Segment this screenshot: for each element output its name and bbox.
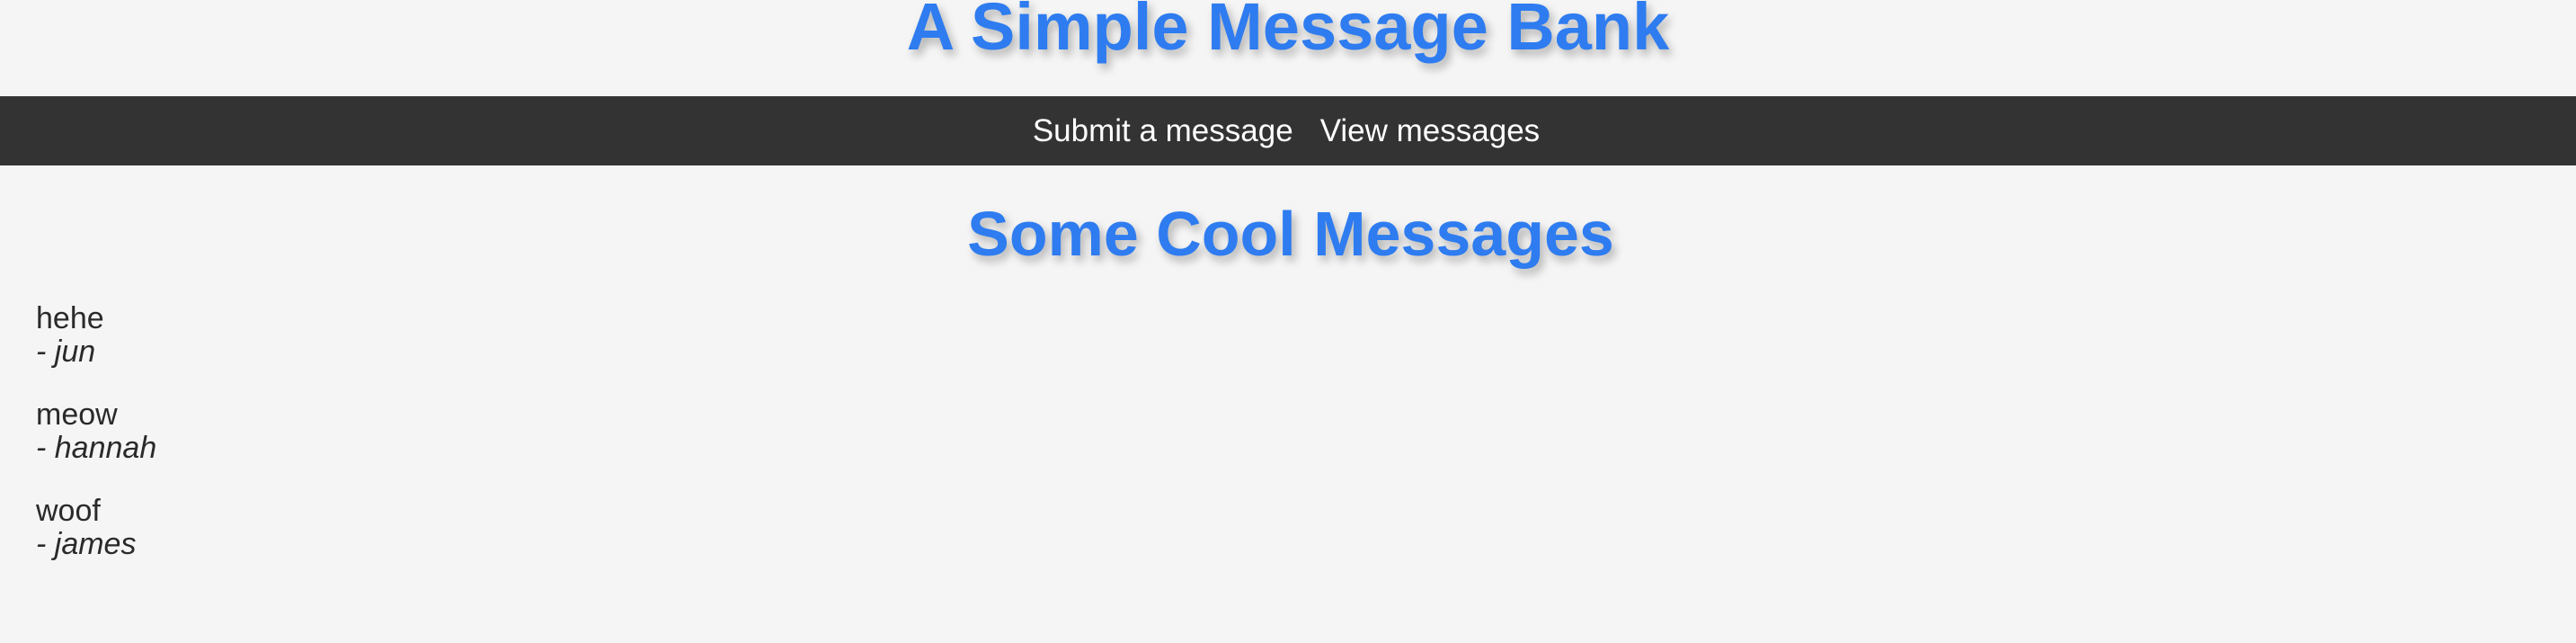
message-text: hehe (36, 301, 104, 335)
message-item: hehe - jun (36, 302, 156, 369)
message-author: - hannah (36, 431, 157, 465)
message-item: meow - hannah (36, 398, 156, 465)
message-text: woof (36, 494, 101, 528)
messages-heading: Some Cool Messages (967, 199, 1614, 269)
message-author: - james (36, 527, 137, 561)
message-author: - jun (36, 335, 96, 369)
nav-link-view-messages[interactable]: View messages (1320, 113, 1540, 149)
navbar: Submit a message View messages (0, 96, 2576, 165)
nav-link-submit-message[interactable]: Submit a message (1033, 113, 1293, 149)
message-list: hehe - jun meow - hannah woof - james (36, 302, 156, 591)
message-item: woof - james (36, 495, 156, 561)
site-title: A Simple Message Bank (906, 0, 1670, 64)
message-text: meow (36, 397, 118, 432)
